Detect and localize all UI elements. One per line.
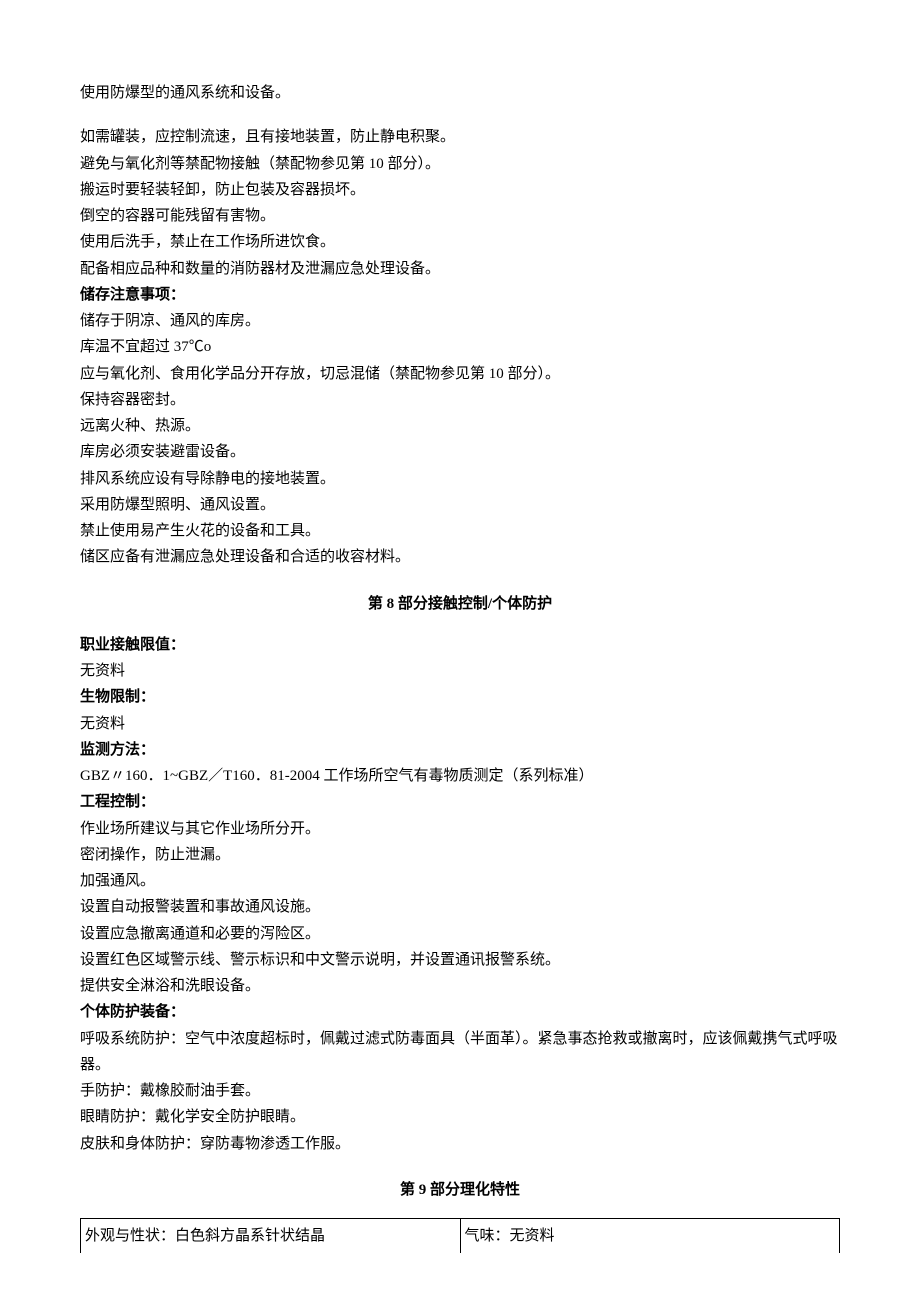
- section-9-title: 第 9 部分理化特性: [80, 1177, 840, 1203]
- engineering-control-line: 密闭操作，防止泄漏。: [80, 842, 840, 868]
- storage-line: 应与氧化剂、食用化学品分开存放，切忌混储（禁配物参见第 10 部分）。: [80, 361, 840, 387]
- storage-line: 储存于阴凉、通风的库房。: [80, 308, 840, 334]
- handling-block: 使用防爆型的通风系统和设备。 如需罐装，应控制流速，且有接地装置，防止静电积聚。…: [80, 80, 840, 282]
- storage-line: 库温不宜超过 37℃o: [80, 334, 840, 360]
- physical-chemical-table: 外观与性状：白色斜方晶系针状结晶 气味：无资料: [80, 1218, 840, 1253]
- storage-line: 储区应备有泄漏应急处理设备和合适的收容材料。: [80, 544, 840, 570]
- handling-line: 避免与氧化剂等禁配物接触（禁配物参见第 10 部分）。: [80, 151, 840, 177]
- storage-line: 排风系统应设有导除静电的接地装置。: [80, 466, 840, 492]
- monitoring-method-label: 监测方法：: [80, 737, 840, 763]
- ppe-label: 个体防护装备：: [80, 999, 840, 1025]
- engineering-control-line: 设置自动报警装置和事故通风设施。: [80, 894, 840, 920]
- storage-line: 采用防爆型照明、通风设置。: [80, 492, 840, 518]
- engineering-control-line: 设置红色区域警示线、警示标识和中文警示说明，并设置通讯报警系统。: [80, 947, 840, 973]
- table-row: 外观与性状：白色斜方晶系针状结晶 气味：无资料: [81, 1219, 840, 1254]
- engineering-control-line: 提供安全淋浴和洗眼设备。: [80, 973, 840, 999]
- handling-line: 倒空的容器可能残留有害物。: [80, 203, 840, 229]
- engineering-control-line: 设置应急撤离通道和必要的泻险区。: [80, 921, 840, 947]
- odor-cell: 气味：无资料: [460, 1219, 840, 1254]
- appearance-cell: 外观与性状：白色斜方晶系针状结晶: [81, 1219, 461, 1254]
- storage-block: 储存注意事项： 储存于阴凉、通风的库房。 库温不宜超过 37℃o 应与氧化剂、食…: [80, 282, 840, 571]
- section-8-title: 第 8 部分接触控制/个体防护: [80, 591, 840, 617]
- biological-limit-value: 无资料: [80, 711, 840, 737]
- storage-line: 远离火种、热源。: [80, 413, 840, 439]
- spacer: [80, 106, 840, 124]
- biological-limit-label: 生物限制：: [80, 684, 840, 710]
- storage-heading: 储存注意事项：: [80, 282, 840, 308]
- handling-line: 配备相应品种和数量的消防器材及泄漏应急处理设备。: [80, 256, 840, 282]
- ppe-line: 手防护：戴橡胶耐油手套。: [80, 1078, 840, 1104]
- handling-line: 搬运时要轻装轻卸，防止包装及容器损坏。: [80, 177, 840, 203]
- monitoring-method-value: GBZ〃160．1~GBZ／T160．81-2004 工作场所空气有毒物质测定（…: [80, 763, 840, 789]
- storage-line: 禁止使用易产生火花的设备和工具。: [80, 518, 840, 544]
- storage-line: 保持容器密封。: [80, 387, 840, 413]
- engineering-control-label: 工程控制：: [80, 789, 840, 815]
- ppe-line: 呼吸系统防护：空气中浓度超标时，佩戴过滤式防毒面具（半面革）。紧急事态抢救或撤离…: [80, 1026, 840, 1079]
- section-8-body: 职业接触限值： 无资料 生物限制： 无资料 监测方法： GBZ〃160．1~GB…: [80, 632, 840, 1157]
- occupational-limit-value: 无资料: [80, 658, 840, 684]
- handling-line: 如需罐装，应控制流速，且有接地装置，防止静电积聚。: [80, 124, 840, 150]
- storage-line: 库房必须安装避雷设备。: [80, 439, 840, 465]
- handling-line: 使用后洗手，禁止在工作场所进饮食。: [80, 229, 840, 255]
- ppe-line: 眼睛防护：戴化学安全防护眼睛。: [80, 1104, 840, 1130]
- handling-line: 使用防爆型的通风系统和设备。: [80, 80, 840, 106]
- engineering-control-line: 作业场所建议与其它作业场所分开。: [80, 816, 840, 842]
- occupational-limit-label: 职业接触限值：: [80, 632, 840, 658]
- ppe-line: 皮肤和身体防护：穿防毒物渗透工作服。: [80, 1131, 840, 1157]
- engineering-control-line: 加强通风。: [80, 868, 840, 894]
